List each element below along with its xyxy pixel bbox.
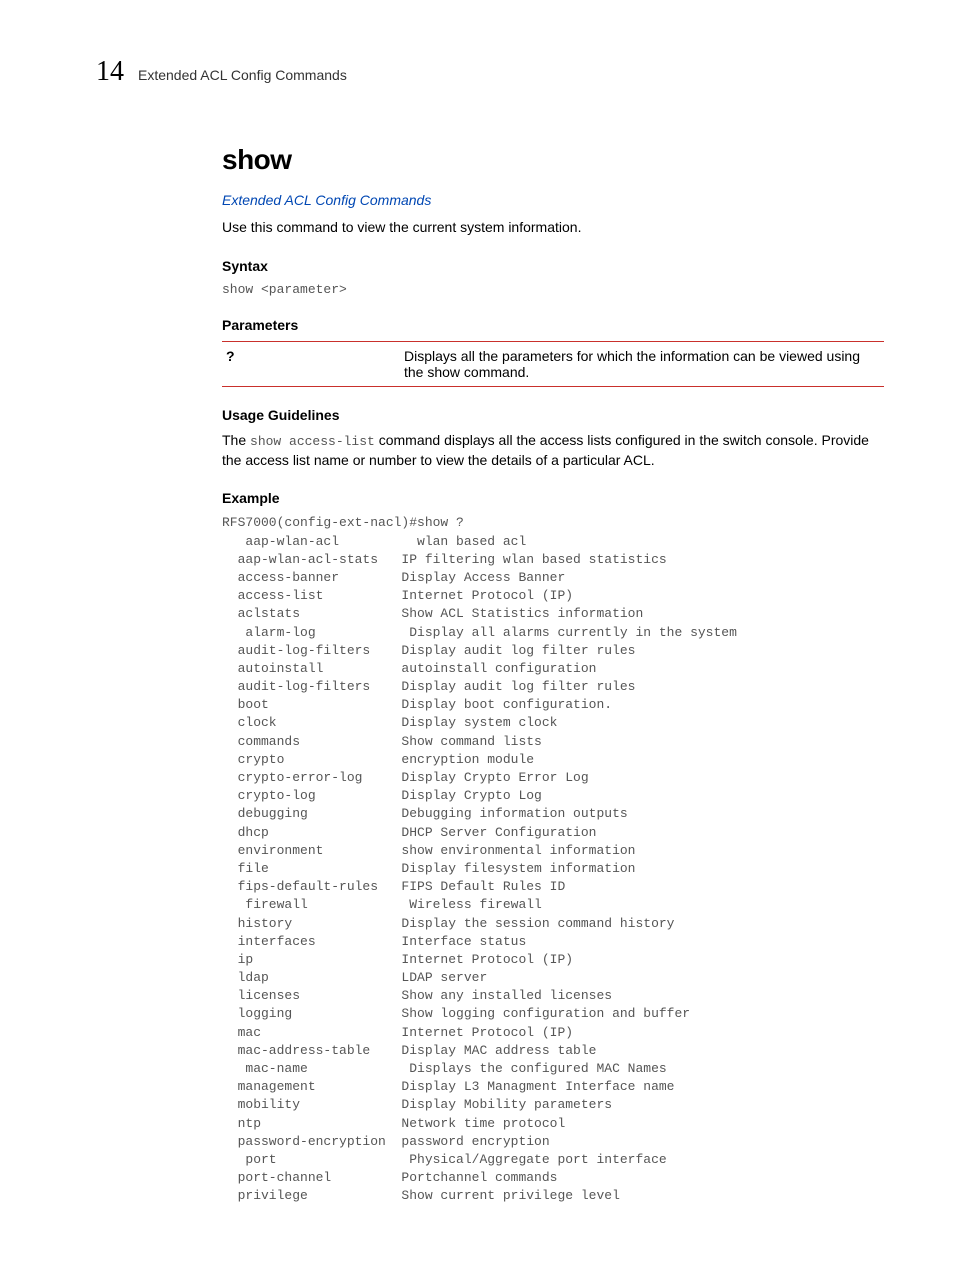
param-desc: Displays all the parameters for which th… <box>400 341 884 386</box>
syntax-text: show <parameter> <box>222 282 884 297</box>
breadcrumb-link[interactable]: Extended ACL Config Commands <box>222 192 884 208</box>
usage-code: show access-list <box>250 434 375 449</box>
parameters-label: Parameters <box>222 317 884 333</box>
example-label: Example <box>222 490 884 506</box>
chapter-title: Extended ACL Config Commands <box>138 67 347 83</box>
page-header: 14 Extended ACL Config Commands <box>96 56 884 88</box>
param-key: ? <box>222 341 400 386</box>
usage-prefix: The <box>222 432 250 448</box>
example-output: RFS7000(config-ext-nacl)#show ? aap-wlan… <box>222 514 884 1205</box>
intro-text: Use this command to view the current sys… <box>222 218 884 238</box>
usage-label: Usage Guidelines <box>222 407 884 423</box>
command-title: show <box>222 144 884 176</box>
parameters-table: ? Displays all the parameters for which … <box>222 341 884 387</box>
syntax-label: Syntax <box>222 258 884 274</box>
content-area: show Extended ACL Config Commands Use th… <box>222 144 884 1206</box>
chapter-number: 14 <box>96 56 124 88</box>
usage-text: The show access-list command displays al… <box>222 431 884 471</box>
table-row: ? Displays all the parameters for which … <box>222 341 884 386</box>
